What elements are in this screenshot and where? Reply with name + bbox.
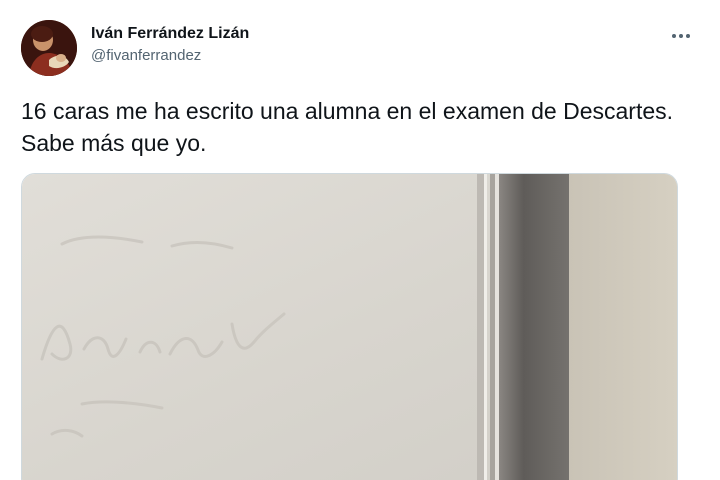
author-display-name[interactable]: Iván Ferrández Lizán [91, 24, 249, 44]
avatar[interactable] [21, 20, 77, 76]
tweet-card: Iván Ferrández Lizán @fivanferrandez 16 … [0, 0, 720, 480]
more-horizontal-icon [672, 34, 690, 38]
exam-paper-photo [22, 174, 677, 480]
avatar-image [21, 20, 77, 76]
more-options-button[interactable] [664, 26, 698, 46]
tweet-text: 16 caras me ha escrito una alumna en el … [21, 98, 674, 156]
author-handle[interactable]: @fivanferrandez [91, 46, 249, 66]
author-info: Iván Ferrández Lizán @fivanferrandez [91, 24, 249, 66]
tweet-media[interactable] [21, 173, 678, 480]
